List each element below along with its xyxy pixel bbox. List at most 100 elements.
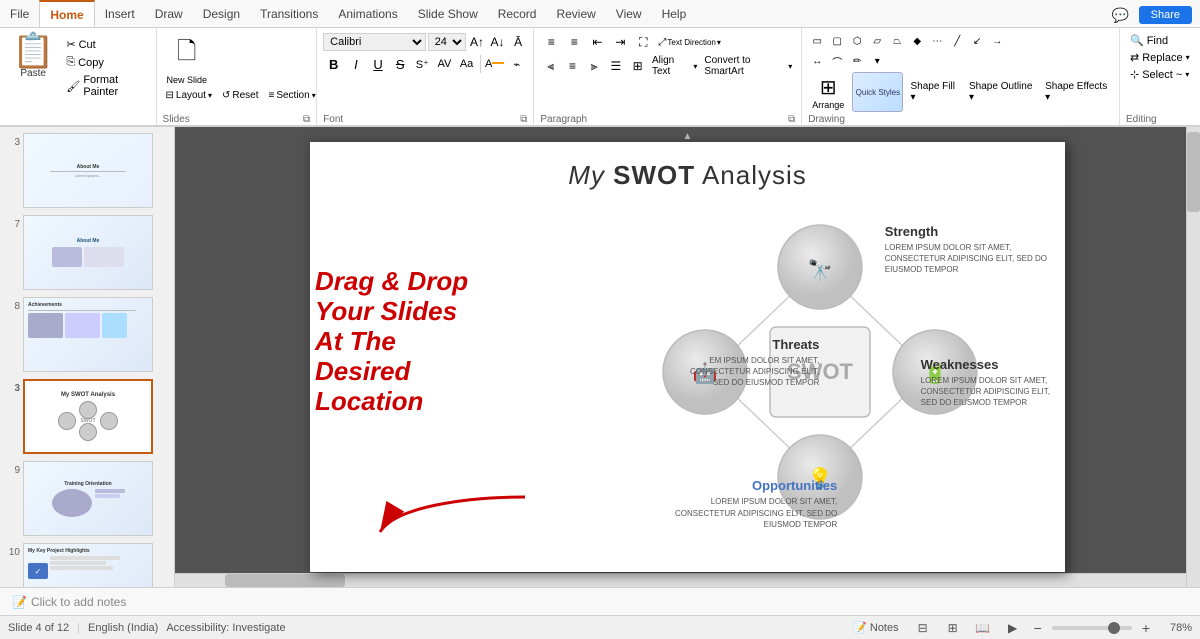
arrange-button[interactable]: ⊞ Arrange <box>808 73 848 112</box>
tab-view[interactable]: View <box>606 0 652 27</box>
list-item[interactable]: 7 About Me <box>4 213 170 292</box>
font-size-select[interactable]: 24 <box>428 33 466 51</box>
slide-sorter-button[interactable]: ⊞ <box>942 619 964 637</box>
new-slide-button[interactable]: 🗋 New Slide <box>163 32 212 87</box>
numbering-button[interactable]: ≡ <box>563 32 585 52</box>
zoom-out-button[interactable]: − <box>1032 620 1044 636</box>
slides-secondary-btns: ⊟ Layout ▾ ↺ Reset ≡ Section ▾ <box>163 89 311 102</box>
reset-button[interactable]: ↺ Reset <box>219 89 262 102</box>
replace-button[interactable]: ⇄ Replace ▾ <box>1126 49 1194 66</box>
clear-format-button[interactable]: Ā <box>509 32 528 52</box>
tab-home[interactable]: Home <box>39 0 94 27</box>
select-button[interactable]: ⊹ Select ~ ▾ <box>1126 66 1194 83</box>
curve-btn[interactable]: ⌒ <box>828 52 846 70</box>
layout-button[interactable]: ⊟ Layout ▾ <box>163 89 215 102</box>
smartart-button[interactable]: ⛶ <box>632 32 654 52</box>
share-button[interactable]: Share <box>1139 6 1192 24</box>
increase-indent-button[interactable]: ⇥ <box>609 32 631 52</box>
list-item[interactable]: 3 About Me Lorem ipsum... <box>4 131 170 210</box>
tab-animations[interactable]: Animations <box>328 0 407 27</box>
snip-rect-btn[interactable]: ⬡ <box>848 32 866 50</box>
horizontal-scrollbar[interactable] <box>175 573 1186 587</box>
notes-bar[interactable]: 📝 Click to add notes <box>0 587 1200 615</box>
more-shapes-btn2[interactable]: ▾ <box>868 52 886 70</box>
highlight-btn[interactable]: ⌁ <box>506 54 527 74</box>
align-left-button[interactable]: ⫷ <box>540 56 561 76</box>
parallelogram-btn[interactable]: ▱ <box>868 32 886 50</box>
language-label[interactable]: English (India) <box>88 622 158 634</box>
arrange-icon: ⊞ <box>820 75 837 100</box>
arrow-btn[interactable]: → <box>988 32 1006 50</box>
quick-styles-button[interactable]: Quick Styles <box>852 72 903 112</box>
copy-button[interactable]: ⎘ Copy <box>62 54 151 71</box>
slideshow-button[interactable]: ▶ <box>1002 619 1024 637</box>
bold-button[interactable]: B <box>323 54 344 74</box>
list-item[interactable]: 9 Training Orientation <box>4 459 170 538</box>
tab-design[interactable]: Design <box>193 0 250 27</box>
underline-button[interactable]: U <box>367 54 388 74</box>
find-button[interactable]: 🔍 Find <box>1126 32 1194 49</box>
shape-outline-button[interactable]: Shape Outline ▾ <box>966 79 1038 105</box>
bullets-button[interactable]: ≡ <box>540 32 562 52</box>
tab-review[interactable]: Review <box>546 0 605 27</box>
shadow-button[interactable]: S⁺ <box>412 54 433 74</box>
paragraph-group: ≡ ≡ ⇤ ⇥ ⛶ ⤢Text Direction▾ ⫷ ≡ ⫸ ☰ ⊞ Ali… <box>534 28 802 125</box>
layout-dropdown-icon: ▾ <box>208 91 212 100</box>
accessibility-label[interactable]: Accessibility: Investigate <box>166 622 285 634</box>
shape-effects-button[interactable]: Shape Effects ▾ <box>1042 79 1113 105</box>
font-color-btn[interactable]: A <box>484 54 505 74</box>
tab-help[interactable]: Help <box>652 0 697 27</box>
tab-slideshow[interactable]: Slide Show <box>408 0 488 27</box>
more-shapes-btn[interactable]: ⋯ <box>928 32 946 50</box>
char-spacing-button[interactable]: AV <box>434 54 455 74</box>
double-arrow-btn[interactable]: ↔ <box>808 52 826 70</box>
zoom-level[interactable]: 78% <box>1160 622 1192 634</box>
columns-button[interactable]: ⊞ <box>627 56 648 76</box>
increase-font-button[interactable]: A↑ <box>468 32 487 52</box>
strikethrough-button[interactable]: S <box>390 54 411 74</box>
font-expand-icon[interactable]: ⧉ <box>520 114 527 125</box>
tab-insert[interactable]: Insert <box>95 0 145 27</box>
tab-record[interactable]: Record <box>488 0 547 27</box>
convert-smartart-button[interactable]: Convert to SmartArt▾ <box>701 54 795 78</box>
paste-button[interactable]: 📋 Paste <box>4 32 62 81</box>
connector-btn[interactable]: ↙ <box>968 32 986 50</box>
reading-view-button[interactable]: 📖 <box>972 619 994 637</box>
text-case-button[interactable]: Aa <box>456 54 477 74</box>
list-item[interactable]: 3 My SWOT Analysis SWOT <box>4 377 170 456</box>
justify-button[interactable]: ☰ <box>606 56 627 76</box>
scroll-up-indicator[interactable]: ▲ <box>683 131 693 142</box>
italic-button[interactable]: I <box>345 54 366 74</box>
tab-draw[interactable]: Draw <box>145 0 193 27</box>
tab-file[interactable]: File <box>0 0 39 27</box>
vertical-scrollbar[interactable] <box>1186 127 1200 587</box>
diamond-btn[interactable]: ◆ <box>908 32 926 50</box>
trapezoid-btn[interactable]: ⏢ <box>888 32 906 50</box>
decrease-indent-button[interactable]: ⇤ <box>586 32 608 52</box>
decrease-font-button[interactable]: A↓ <box>488 32 507 52</box>
align-right-button[interactable]: ⫸ <box>584 56 605 76</box>
notes-button[interactable]: 📝 Notes <box>848 620 903 635</box>
normal-view-button[interactable]: ⊟ <box>912 619 934 637</box>
line-btn[interactable]: ╱ <box>948 32 966 50</box>
chat-icon-button[interactable]: 💬 <box>1109 3 1133 27</box>
rounded-rect-btn[interactable]: ▢ <box>828 32 846 50</box>
cut-button[interactable]: ✂ Cut <box>62 36 151 53</box>
freeform-btn[interactable]: ✏ <box>848 52 866 70</box>
format-painter-button[interactable]: 🖌 Format Painter <box>62 72 151 100</box>
section-button[interactable]: ≡ Section ▾ <box>265 89 318 102</box>
tab-transitions[interactable]: Transitions <box>250 0 328 27</box>
rect-shape-btn[interactable]: ▭ <box>808 32 826 50</box>
zoom-slider[interactable] <box>1052 626 1132 630</box>
shape-fill-button[interactable]: Shape Fill ▾ <box>907 79 962 105</box>
zoom-in-button[interactable]: + <box>1140 620 1152 636</box>
align-text-button[interactable]: Align Text▾ <box>649 54 700 78</box>
list-item[interactable]: 8 Achievements <box>4 295 170 374</box>
font-group: Calibri 24 A↑ A↓ Ā B I U S S⁺ AV Aa A ⌁ <box>317 28 534 125</box>
list-item[interactable]: 10 My Key Project Highlights ✓ <box>4 541 170 587</box>
para-expand-icon[interactable]: ⧉ <box>788 114 795 125</box>
font-name-select[interactable]: Calibri <box>323 33 426 51</box>
text-direction-button[interactable]: ⤢Text Direction▾ <box>655 36 723 49</box>
align-center-button[interactable]: ≡ <box>562 56 583 76</box>
slides-expand-icon[interactable]: ⧉ <box>303 114 310 125</box>
